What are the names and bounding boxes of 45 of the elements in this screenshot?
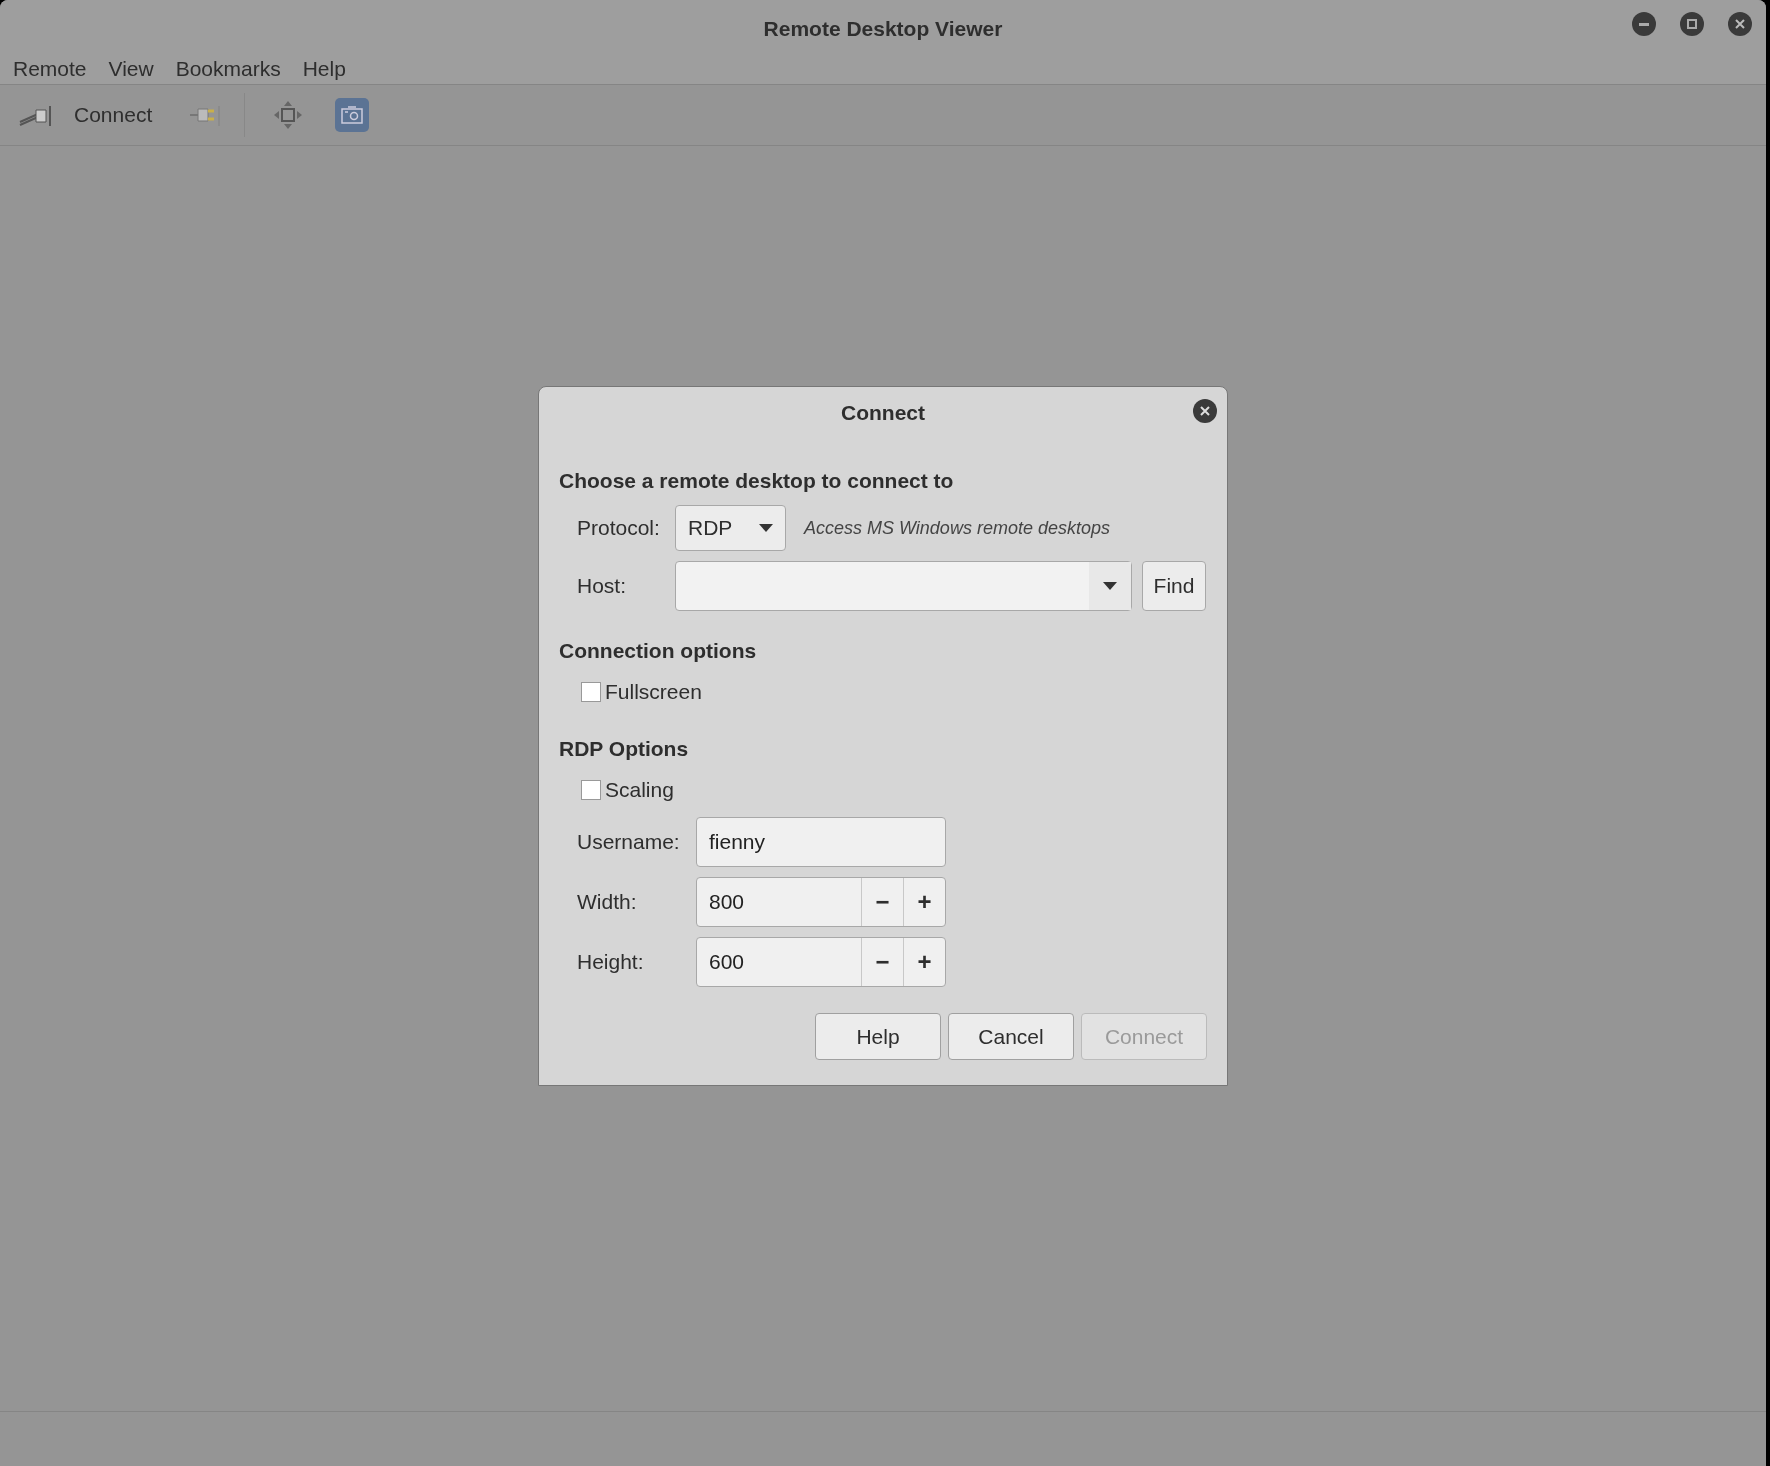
move-icon	[273, 100, 304, 130]
field-label: Height:	[577, 949, 645, 976]
number-field[interactable]: 800	[697, 878, 861, 926]
field-label: Width:	[577, 889, 638, 916]
close-button[interactable]	[1193, 399, 1217, 423]
find-button[interactable]: Find	[1142, 561, 1206, 611]
decrement-button[interactable]: −	[861, 938, 903, 986]
increment-button[interactable]: +	[903, 938, 945, 986]
field-label: Host:	[577, 573, 627, 600]
caret-icon	[759, 524, 773, 532]
dialog-button[interactable]: Help	[815, 1013, 941, 1060]
increment-button[interactable]: +	[903, 878, 945, 926]
dialog-button[interactable]: Cancel	[948, 1013, 1074, 1060]
decrement-button[interactable]: −	[861, 878, 903, 926]
spin-box[interactable]: 800 − +	[696, 877, 946, 927]
field-label: Protocol:	[577, 515, 661, 542]
section-heading: Choose a remote desktop to connect to	[559, 468, 955, 494]
username-field[interactable]: fienny	[696, 817, 946, 867]
menu-item[interactable]: Help	[291, 53, 357, 83]
protocol-dropdown[interactable]: RDP	[675, 505, 786, 551]
camera-icon	[341, 106, 364, 124]
connect-button[interactable]: Connect	[18, 93, 153, 137]
protocol-hint: Access MS Windows remote desktops	[804, 516, 1110, 540]
section-heading: Connection options	[559, 638, 758, 664]
checkbox-label: Fullscreen	[605, 679, 702, 706]
screenshot-button[interactable]	[335, 98, 370, 132]
window-title: Remote Desktop Viewer	[763, 16, 1003, 42]
number-field[interactable]: 600	[697, 938, 861, 986]
checkbox[interactable]	[581, 780, 601, 800]
caret-icon	[1103, 582, 1117, 590]
minimize-button[interactable]	[1632, 12, 1656, 36]
dialog-title: Connect	[841, 400, 925, 427]
menu-item[interactable]: Remote	[2, 53, 98, 83]
close-button[interactable]	[1728, 12, 1752, 36]
spin-box[interactable]: 600 − +	[696, 937, 946, 987]
menu-item[interactable]: View	[97, 53, 165, 83]
checkbox[interactable]	[581, 682, 601, 702]
checkbox-label: Scaling	[605, 777, 674, 804]
menu-item[interactable]: Bookmarks	[164, 53, 292, 83]
maximize-button[interactable]	[1680, 12, 1704, 36]
close-icon	[1735, 19, 1745, 29]
host-dropdown-button[interactable]	[1089, 562, 1131, 610]
close-icon	[1200, 406, 1210, 416]
field-label: Username:	[577, 829, 681, 856]
section-heading: RDP Options	[559, 736, 690, 762]
